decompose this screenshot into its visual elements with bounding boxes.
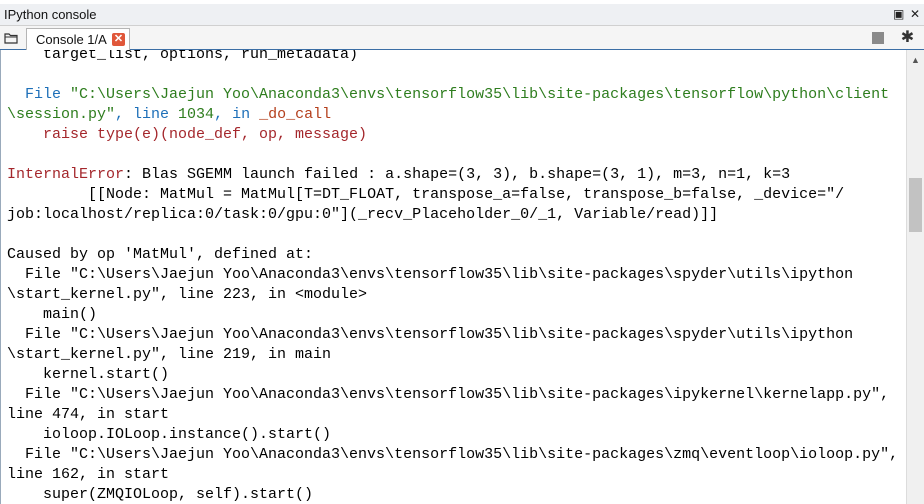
console-segment: , line	[115, 106, 179, 123]
console-segment: : Blas SGEMM launch failed : a.shape=(3,…	[124, 166, 791, 183]
console-segment: \session.py"	[7, 106, 116, 123]
console-line: main()	[7, 305, 898, 325]
console-tab-bar: Console 1/A ✕ ✱	[0, 26, 924, 50]
console-segment: raise type(e)(node_def, op, message)	[7, 126, 368, 143]
console-segment: \start_kernel.py", line 219, in main	[7, 346, 332, 363]
gear-icon[interactable]: ✱	[899, 29, 916, 46]
console-line: line 162, in start	[7, 465, 898, 485]
console-line: \start_kernel.py", line 219, in main	[7, 345, 898, 365]
console-segment: File "C:\Users\Jaejun Yoo\Anaconda3\envs…	[7, 326, 854, 343]
pane-title-bar: IPython console ▣ ✕	[0, 4, 924, 26]
console-segment: job:localhost/replica:0/task:0/gpu:0"](_…	[7, 206, 719, 223]
console-segment: \start_kernel.py", line 223, in <module>	[7, 286, 368, 303]
scrollbar-thumb[interactable]	[909, 178, 922, 232]
console-segment: , in	[214, 106, 260, 123]
browse-tabs-icon[interactable]	[3, 30, 19, 46]
console-segment: ioloop.IOLoop.instance().start()	[7, 426, 332, 443]
console-line: File "C:\Users\Jaejun Yoo\Anaconda3\envs…	[7, 265, 898, 285]
console-segment: File "C:\Users\Jaejun Yoo\Anaconda3\envs…	[7, 266, 854, 283]
console-line: job:localhost/replica:0/task:0/gpu:0"](_…	[7, 205, 898, 225]
console-line: super(ZMQIOLoop, self).start()	[7, 485, 898, 504]
console-line: File "C:\Users\Jaejun Yoo\Anaconda3\envs…	[7, 385, 898, 405]
vertical-scrollbar[interactable]: ▲	[906, 50, 924, 504]
console-line: target_list, options, run_metadata)	[7, 50, 898, 65]
console-segment: target_list, options, run_metadata)	[7, 50, 359, 63]
stop-kernel-icon[interactable]	[872, 32, 884, 44]
console-segment: "C:\Users\Jaejun Yoo\Anaconda3\envs\tens…	[70, 86, 890, 103]
console-line: File "C:\Users\Jaejun Yoo\Anaconda3\envs…	[7, 325, 898, 345]
console-segment: 1034	[178, 106, 215, 123]
console-segment: main()	[7, 306, 98, 323]
console-segment: _do_call	[259, 106, 332, 123]
console-line: InternalError: Blas SGEMM launch failed …	[7, 165, 898, 185]
console-segment: File	[7, 86, 71, 103]
console-segment: line 474, in start	[7, 406, 170, 423]
console-segment: File "C:\Users\Jaejun Yoo\Anaconda3\envs…	[7, 386, 890, 403]
console-line: ioloop.IOLoop.instance().start()	[7, 425, 898, 445]
console-line: Caused by op 'MatMul', defined at:	[7, 245, 898, 265]
console-line: raise type(e)(node_def, op, message)	[7, 125, 898, 145]
console-segment: kernel.start()	[7, 366, 170, 383]
console-text: target_list, options, run_metadata) File…	[7, 50, 898, 504]
close-tab-icon[interactable]: ✕	[112, 33, 125, 46]
console-line: line 474, in start	[7, 405, 898, 425]
undock-pane-icon[interactable]: ▣	[893, 6, 904, 22]
tab-console-1a[interactable]: Console 1/A ✕	[26, 28, 130, 50]
console-line: File "C:\Users\Jaejun Yoo\Anaconda3\envs…	[7, 85, 898, 105]
console-segment: [[Node: MatMul = MatMul[T=DT_FLOAT, tran…	[7, 186, 845, 203]
console-line: File "C:\Users\Jaejun Yoo\Anaconda3\envs…	[7, 445, 898, 465]
console-segment: InternalError	[7, 166, 125, 183]
console-segment: super(ZMQIOLoop, self).start()	[7, 486, 314, 503]
pane-title: IPython console	[4, 7, 97, 22]
scroll-up-icon[interactable]: ▲	[911, 55, 920, 65]
console-line: \start_kernel.py", line 223, in <module>	[7, 285, 898, 305]
console-segment: File "C:\Users\Jaejun Yoo\Anaconda3\envs…	[7, 446, 899, 463]
console-line: \session.py", line 1034, in _do_call	[7, 105, 898, 125]
close-pane-icon[interactable]: ✕	[910, 6, 920, 22]
console-segment: Caused by op 'MatMul', defined at:	[7, 246, 314, 263]
tab-console-label: Console 1/A	[36, 32, 107, 47]
console-output[interactable]: target_list, options, run_metadata) File…	[0, 50, 906, 504]
console-line: [[Node: MatMul = MatMul[T=DT_FLOAT, tran…	[7, 185, 898, 205]
console-line: kernel.start()	[7, 365, 898, 385]
console-segment: line 162, in start	[7, 466, 170, 483]
